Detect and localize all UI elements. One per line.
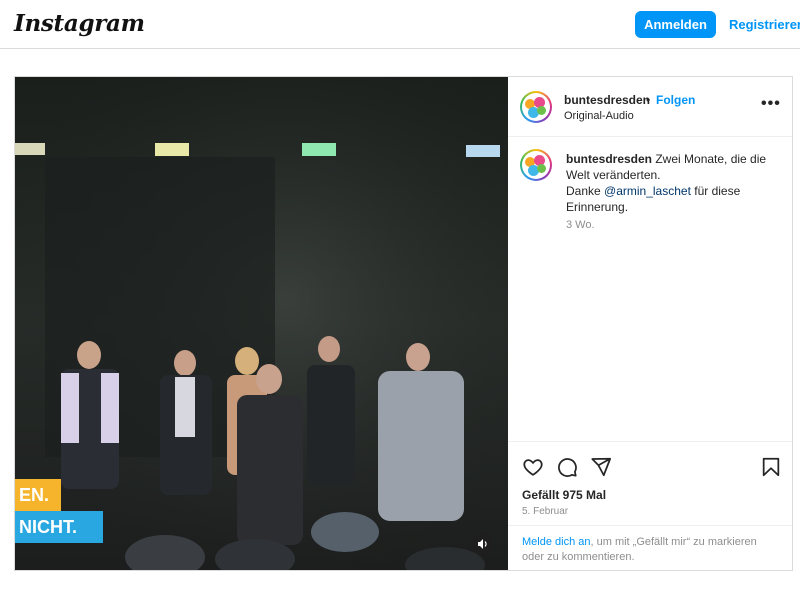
instagram-logo[interactable]: Instagram [14, 10, 145, 37]
post-card: EN. NICHT. buntesdresden • Folgen Origin… [14, 76, 793, 571]
post-caption: buntesdresden Zwei Monate, die die Welt … [566, 151, 782, 215]
post-date: 5. Februar [522, 506, 569, 517]
post-side-panel: buntesdresden • Folgen Original-Audio ••… [508, 77, 792, 570]
separator-dot: • [646, 93, 651, 107]
caption-mention-link[interactable]: @armin_laschet [604, 184, 691, 198]
video-text-banner-2: NICHT. [15, 511, 103, 543]
video-frame [15, 77, 508, 570]
post-video[interactable]: EN. NICHT. [15, 77, 508, 570]
bookmark-icon[interactable] [760, 456, 782, 478]
login-link[interactable]: Melde dich an [522, 536, 591, 548]
comment-icon[interactable] [556, 456, 578, 478]
video-text-banner-1: EN. [15, 479, 61, 511]
caption-avatar[interactable] [520, 149, 552, 181]
register-link[interactable]: Registrieren [729, 17, 800, 32]
caption-text-2: Danke [566, 184, 605, 198]
caption-timestamp: 3 Wo. [566, 219, 595, 231]
volume-icon [478, 539, 487, 549]
share-icon[interactable] [590, 456, 612, 478]
account-avatar[interactable] [520, 91, 552, 123]
login-prompt: Melde dich an, um mit „Gefällt mir“ zu m… [508, 525, 792, 565]
follow-button[interactable]: Folgen [656, 93, 695, 107]
like-count[interactable]: Gefällt 975 Mal [522, 488, 606, 502]
caption-username[interactable]: buntesdresden [566, 152, 652, 166]
post-header: buntesdresden • Folgen Original-Audio ••… [508, 77, 792, 137]
heart-icon[interactable] [522, 456, 544, 478]
account-username[interactable]: buntesdresden [564, 93, 650, 107]
login-button[interactable]: Anmelden [635, 11, 716, 38]
volume-toggle-button[interactable] [472, 533, 494, 555]
audio-label[interactable]: Original-Audio [564, 110, 634, 122]
top-navigation-bar: Instagram Anmelden Registrieren [0, 0, 800, 49]
more-options-icon[interactable]: ••• [761, 95, 781, 113]
